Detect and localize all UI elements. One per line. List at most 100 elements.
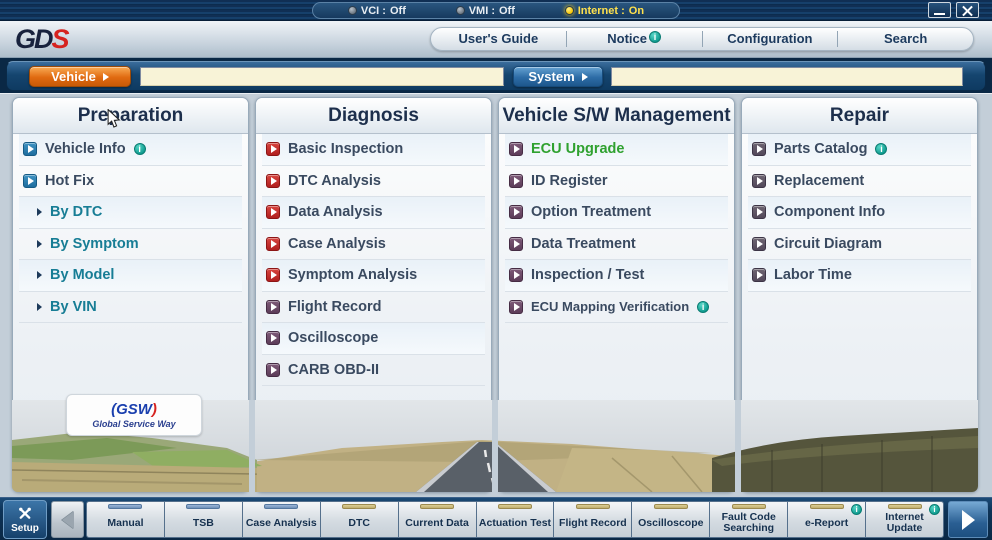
- tab-color-bar: [888, 504, 922, 509]
- system-select-button[interactable]: System: [513, 66, 603, 87]
- tab-fault-code-searching[interactable]: Fault Code Searching: [710, 502, 788, 537]
- arrow-right-icon: [37, 271, 42, 279]
- vehicle-select-button[interactable]: Vehicle: [29, 66, 131, 87]
- menu-item-by-symptom[interactable]: By Symptom: [19, 229, 242, 261]
- menu-item-label: Data Treatment: [531, 236, 636, 252]
- menu-item-parts-catalog[interactable]: Parts Catalog: [748, 134, 971, 166]
- minimize-icon: [934, 13, 945, 15]
- menu-notice[interactable]: Notice: [567, 31, 703, 47]
- menu-item-case-analysis[interactable]: Case Analysis: [262, 229, 485, 261]
- tab-color-bar: [498, 504, 532, 509]
- item-bullet-icon: [266, 237, 280, 251]
- menu-item-label: Parts Catalog: [774, 141, 867, 157]
- tab-flight-record[interactable]: Flight Record: [554, 502, 632, 537]
- menu-item-labor-time[interactable]: Labor Time: [748, 260, 971, 292]
- close-button[interactable]: [956, 2, 979, 18]
- menu-notice-label: Notice: [607, 31, 647, 46]
- menu-users-guide[interactable]: User's Guide: [431, 31, 567, 47]
- menu-item-label: Hot Fix: [45, 173, 94, 189]
- menu-item-dtc-analysis[interactable]: DTC Analysis: [262, 166, 485, 198]
- item-bullet-icon: [266, 205, 280, 219]
- vci-led-icon: [348, 6, 357, 15]
- menu-item-label: DTC Analysis: [288, 173, 381, 189]
- tab-color-bar: [732, 504, 766, 509]
- item-bullet-icon: [266, 363, 280, 377]
- menu-item-vehicle-info[interactable]: Vehicle Info: [19, 134, 242, 166]
- tab-label: Current Data: [403, 510, 471, 530]
- menu-item-ecu-mapping-verification[interactable]: ECU Mapping Verification: [505, 292, 728, 324]
- tab-tsb[interactable]: TSB: [165, 502, 243, 537]
- tab-label: Case Analysis: [244, 510, 319, 530]
- menu-item-data-analysis[interactable]: Data Analysis: [262, 197, 485, 229]
- column-list: ECU Upgrade ID RegisterOption Treatment Da…: [499, 134, 734, 323]
- menu-item-hot-fix[interactable]: Hot Fix: [19, 166, 242, 198]
- menu-item-by-vin[interactable]: By VIN: [19, 292, 242, 324]
- item-bullet-icon: [23, 174, 37, 188]
- gsw-logo-text: GSW: [111, 402, 157, 417]
- tab-manual[interactable]: Manual: [87, 502, 165, 537]
- menu-item-label: Replacement: [774, 173, 864, 189]
- vmi-status-value: Off: [499, 5, 515, 17]
- column-list: Parts Catalog Replacement Component InfoCi…: [742, 134, 977, 292]
- tab-internet-update[interactable]: Internet Update: [866, 502, 943, 537]
- vmi-led-icon: [456, 6, 465, 15]
- item-bullet-icon: [23, 142, 37, 156]
- tab-color-bar: [576, 504, 610, 509]
- menu-item-carb-obd-ii[interactable]: CARB OBD-II: [262, 355, 485, 387]
- system-input[interactable]: [611, 67, 963, 86]
- menu-item-component-info[interactable]: Component Info: [748, 197, 971, 229]
- vehicle-input[interactable]: [140, 67, 504, 86]
- menu-item-label: Case Analysis: [288, 236, 386, 252]
- scroll-right-button[interactable]: [948, 501, 988, 538]
- internet-status: Internet On: [565, 5, 644, 17]
- setup-button[interactable]: Setup: [3, 500, 47, 539]
- menu-item-by-model[interactable]: By Model: [19, 260, 242, 292]
- tab-color-bar: [420, 504, 454, 509]
- arrow-right-icon: [962, 510, 975, 530]
- menu-item-circuit-diagram[interactable]: Circuit Diagram: [748, 229, 971, 261]
- menu-item-option-treatment[interactable]: Option Treatment: [505, 197, 728, 229]
- tab-oscilloscope[interactable]: Oscilloscope: [632, 502, 710, 537]
- tab-e-report[interactable]: e-Report: [788, 502, 866, 537]
- tab-color-bar: [264, 504, 298, 509]
- menu-configuration[interactable]: Configuration: [703, 31, 839, 47]
- menu-item-ecu-upgrade[interactable]: ECU Upgrade: [505, 134, 728, 166]
- vci-status-value: Off: [390, 5, 406, 17]
- menu-item-data-treatment[interactable]: Data Treatment: [505, 229, 728, 261]
- menu-item-label: ECU Mapping Verification: [531, 299, 689, 314]
- menu-item-inspection-test[interactable]: Inspection / Test: [505, 260, 728, 292]
- item-bullet-icon: [752, 142, 766, 156]
- info-icon: [649, 31, 661, 43]
- tools-icon: [17, 506, 33, 521]
- menu-item-oscilloscope[interactable]: Oscilloscope: [262, 323, 485, 355]
- tab-color-bar: [186, 504, 220, 509]
- menu-item-flight-record[interactable]: Flight Record: [262, 292, 485, 324]
- tab-case-analysis[interactable]: Case Analysis: [243, 502, 321, 537]
- menu-item-replacement[interactable]: Replacement: [748, 166, 971, 198]
- column-title-diagnosis: Diagnosis: [256, 98, 491, 134]
- window-title-bar: VCI Off VMI Off Internet On: [0, 0, 992, 21]
- gds-window: VCI Off VMI Off Internet On GDS User's G…: [0, 0, 992, 540]
- internet-led-icon: [565, 6, 574, 15]
- menu-item-label: ECU Upgrade: [531, 141, 624, 157]
- tab-label: Manual: [105, 510, 145, 530]
- tab-dtc[interactable]: DTC: [321, 502, 399, 537]
- vmi-status: VMI Off: [456, 5, 515, 17]
- menu-item-by-dtc[interactable]: By DTC: [19, 197, 242, 229]
- item-bullet-icon: [509, 300, 523, 314]
- tab-actuation-test[interactable]: Actuation Test: [477, 502, 555, 537]
- minimize-button[interactable]: [928, 2, 951, 18]
- menu-search[interactable]: Search: [838, 31, 973, 47]
- menu-item-id-register[interactable]: ID Register: [505, 166, 728, 198]
- gsw-logo-tagline: Global Service Way: [92, 419, 175, 429]
- arrow-right-icon: [37, 240, 42, 248]
- arrow-left-icon: [62, 511, 74, 529]
- item-bullet-icon: [509, 237, 523, 251]
- tab-current-data[interactable]: Current Data: [399, 502, 477, 537]
- vci-status: VCI Off: [348, 5, 406, 17]
- scroll-left-button[interactable]: [51, 501, 84, 538]
- menu-item-symptom-analysis[interactable]: Symptom Analysis: [262, 260, 485, 292]
- menu-users-guide-label: User's Guide: [459, 31, 539, 46]
- column-list: Basic Inspection DTC Analysis Data Analysi…: [256, 134, 491, 386]
- menu-item-basic-inspection[interactable]: Basic Inspection: [262, 134, 485, 166]
